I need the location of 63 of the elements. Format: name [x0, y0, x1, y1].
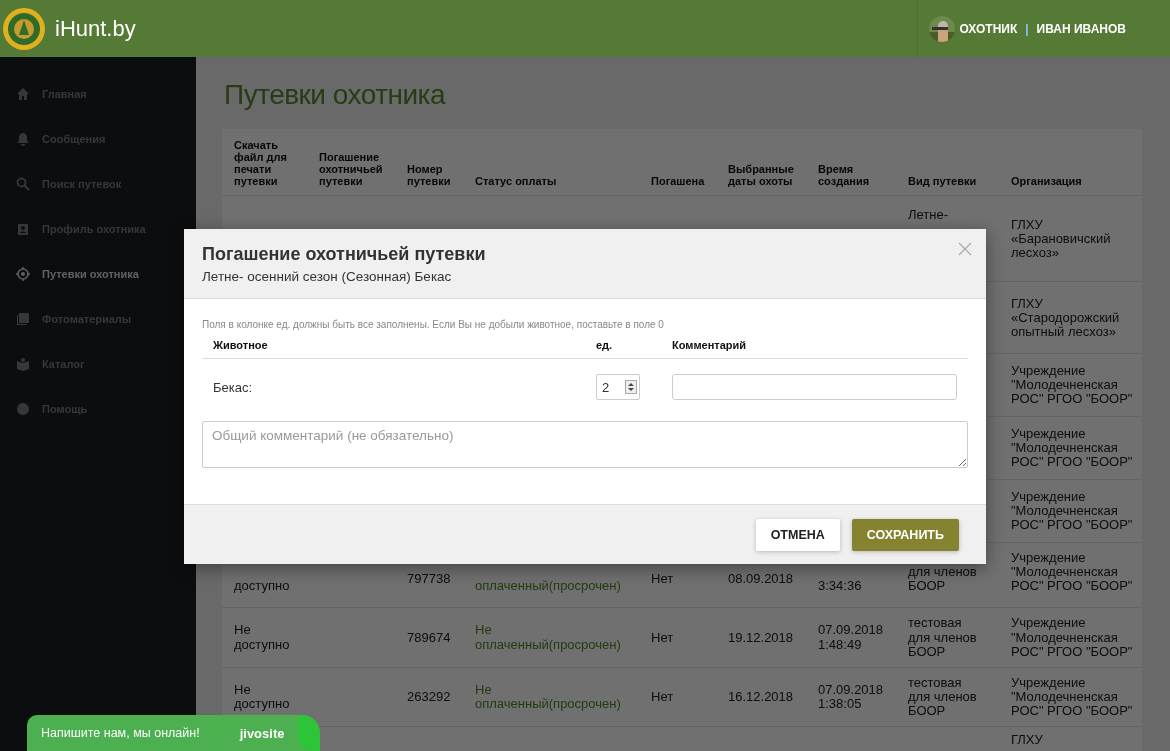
column-header: ед.	[596, 339, 672, 359]
column-header[interactable]: Погашение охотничьей путевки	[307, 129, 395, 196]
table-cell: 16.12.2018	[716, 667, 806, 727]
column-header: Животное	[202, 339, 596, 359]
column-header[interactable]: Номер путевки	[395, 129, 463, 196]
search-icon	[16, 176, 30, 191]
count-field[interactable]: 2	[596, 374, 640, 400]
badge-icon	[16, 221, 30, 236]
column-header[interactable]: Время создания	[806, 129, 896, 196]
column-header[interactable]: Выбранные даты охоты	[716, 129, 806, 196]
bell-icon	[16, 131, 30, 146]
images-icon	[16, 311, 30, 326]
modal-title: Погашение охотничьей путевки	[202, 244, 487, 265]
sidebar-item[interactable]: Путевки охотника	[0, 253, 196, 298]
separator: |	[1025, 21, 1029, 36]
column-header[interactable]: Вид путевки	[896, 129, 999, 196]
user-role[interactable]: ОХОТНИК	[959, 21, 1018, 36]
animal-name: Бекас:	[213, 379, 253, 395]
table-cell: тестовая для членов БООР	[896, 667, 999, 727]
table-cell: Учреждение "Молодечненская РОС" РГОО "БООР"	[999, 416, 1142, 480]
column-header[interactable]: Организация	[999, 129, 1142, 196]
column-header: Комментарий	[672, 339, 968, 359]
table-cell: 19.12.2018	[716, 607, 806, 668]
comment-field[interactable]	[672, 374, 957, 400]
modal-subtitle: Летне- осенний сезон (Сезонная) Бекас	[202, 269, 453, 284]
chat-logo: jivosite	[239, 725, 285, 741]
table-cell: 789674	[395, 607, 463, 668]
table-cell: Нет	[639, 667, 716, 727]
close-button[interactable]	[958, 242, 972, 256]
table-cell: Учреждение "Молодечненская РОС" РГОО "БООР"	[999, 353, 1142, 417]
table-cell: Нет	[639, 607, 716, 668]
table-cell: 07.09.2018 1:38:05	[806, 667, 896, 727]
emblem-icon[interactable]	[2, 6, 46, 51]
column-header[interactable]: Статус оплаты	[463, 129, 639, 196]
cancel-button[interactable]: ОТМЕНА	[755, 519, 840, 551]
table-cell: Учреждение "Молодечненская РОС" РГОО "БООР"	[999, 667, 1142, 727]
site-name[interactable]: iHunt.by	[55, 15, 136, 42]
comment-field[interactable]: Общий комментарий (не обязательно)	[202, 421, 968, 468]
chat-text: Напишите нам, мы онлайн!	[41, 726, 200, 740]
table-cell: ГЛХУ «Стародорожский опытный лесхоз»	[999, 281, 1142, 354]
target-icon	[16, 266, 30, 281]
column-header[interactable]: Погашена	[639, 129, 716, 196]
column-header[interactable]: Скачать файл для печати путевки	[222, 129, 307, 196]
table-cell: Не оплаченный(просрочен)	[463, 667, 639, 727]
home-icon	[16, 86, 30, 101]
table-cell: 263292	[395, 667, 463, 727]
table-cell: Не оплаченный(просрочен)	[463, 607, 639, 668]
table-cell: Учреждение "Молодечненская РОС" РГОО "БООР"	[999, 607, 1142, 668]
table-cell: Учреждение "Молодечненская РОС" РГОО "БООР"	[999, 542, 1142, 608]
spinner-icon[interactable]	[625, 380, 637, 394]
chat-widget[interactable]: Напишите нам, мы онлайн! jivosite	[27, 715, 320, 751]
table-cell: ГЛХУ «Барановичский лесхоз»	[999, 195, 1142, 282]
table-cell: ГЛХУ	[999, 726, 1142, 751]
info-icon	[16, 401, 30, 416]
book-icon	[16, 356, 30, 371]
user-name[interactable]: ИВАН ИВАНОВ	[1036, 21, 1126, 36]
hint-text: Поля в колонке ед. должны быть все заполнены. Если Вы не добыли животное, поставьте в поле 0	[202, 319, 665, 330]
save-button[interactable]: СОХРАНИТЬ	[851, 519, 959, 551]
table-cell: Учреждение "Молодечненская РОС" РГОО "БООР"	[999, 479, 1142, 543]
table-cell: Не доступно	[222, 607, 307, 668]
table-cell: 07.09.2018 1:48:49	[806, 607, 896, 668]
table-cell: тестовая для членов БООР	[896, 607, 999, 668]
page-title: Путевки охотника	[224, 79, 447, 111]
